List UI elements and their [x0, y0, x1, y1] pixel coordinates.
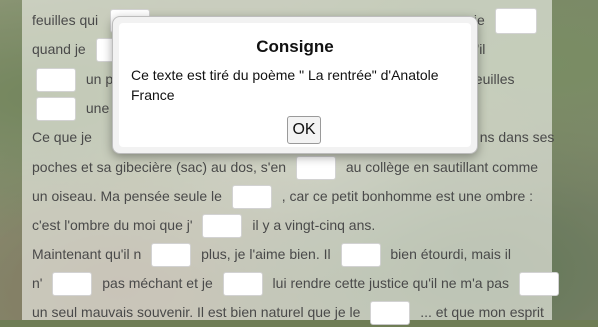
dialog-message: Ce texte est tiré du poème " La rentrée"…	[131, 67, 439, 103]
consigne-dialog: Consigne Ce texte est tiré du poème " La…	[112, 16, 478, 154]
dialog-title: Consigne	[256, 37, 334, 56]
ok-button[interactable]: OK	[287, 116, 321, 144]
dialog-body: Consigne Ce texte est tiré du poème " La…	[119, 23, 471, 147]
